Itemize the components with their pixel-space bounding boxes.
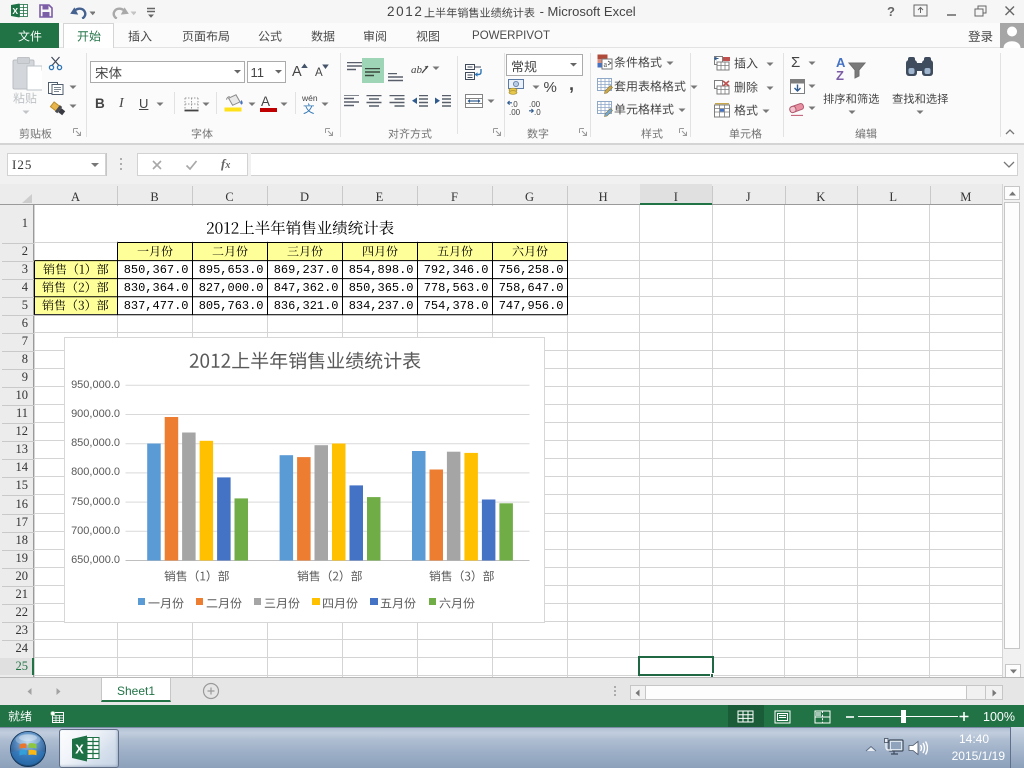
svg-text:X: X <box>75 742 84 757</box>
